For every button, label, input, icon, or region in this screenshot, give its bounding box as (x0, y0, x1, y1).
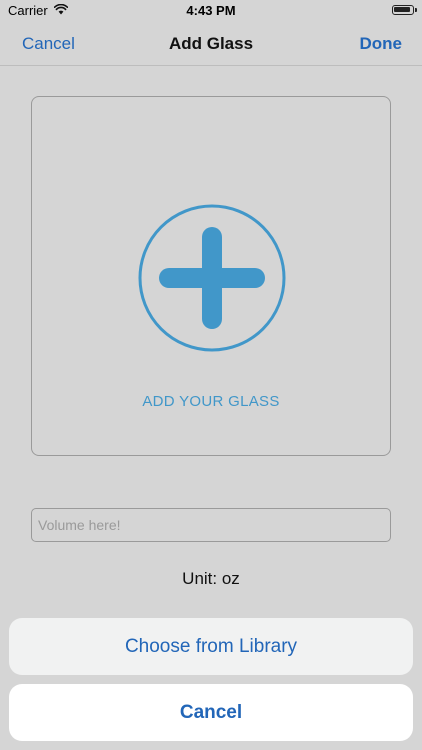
plus-circle-icon (138, 204, 286, 352)
action-sheet-cancel-button[interactable]: Cancel (9, 684, 413, 741)
navigation-bar: Cancel Add Glass Done (0, 22, 422, 66)
status-time: 4:43 PM (186, 3, 236, 18)
choose-from-library-button[interactable]: Choose from Library (9, 618, 413, 675)
action-sheet-cancel-label: Cancel (179, 702, 243, 723)
add-glass-label: ADD YOUR GLASS (142, 393, 280, 410)
status-bar: Carrier 4:43 PM (0, 0, 422, 22)
choose-from-library-label: Choose from Library (124, 636, 298, 657)
unit-label: Unit: oz (182, 569, 240, 588)
add-glass-screen: Carrier 4:43 PM Cancel Add Glass Done AD… (0, 0, 422, 750)
add-glass-card[interactable]: ADD YOUR GLASS (31, 96, 391, 456)
battery-icon (392, 5, 417, 15)
done-button[interactable]: Done (360, 34, 403, 54)
volume-input[interactable] (31, 508, 391, 542)
